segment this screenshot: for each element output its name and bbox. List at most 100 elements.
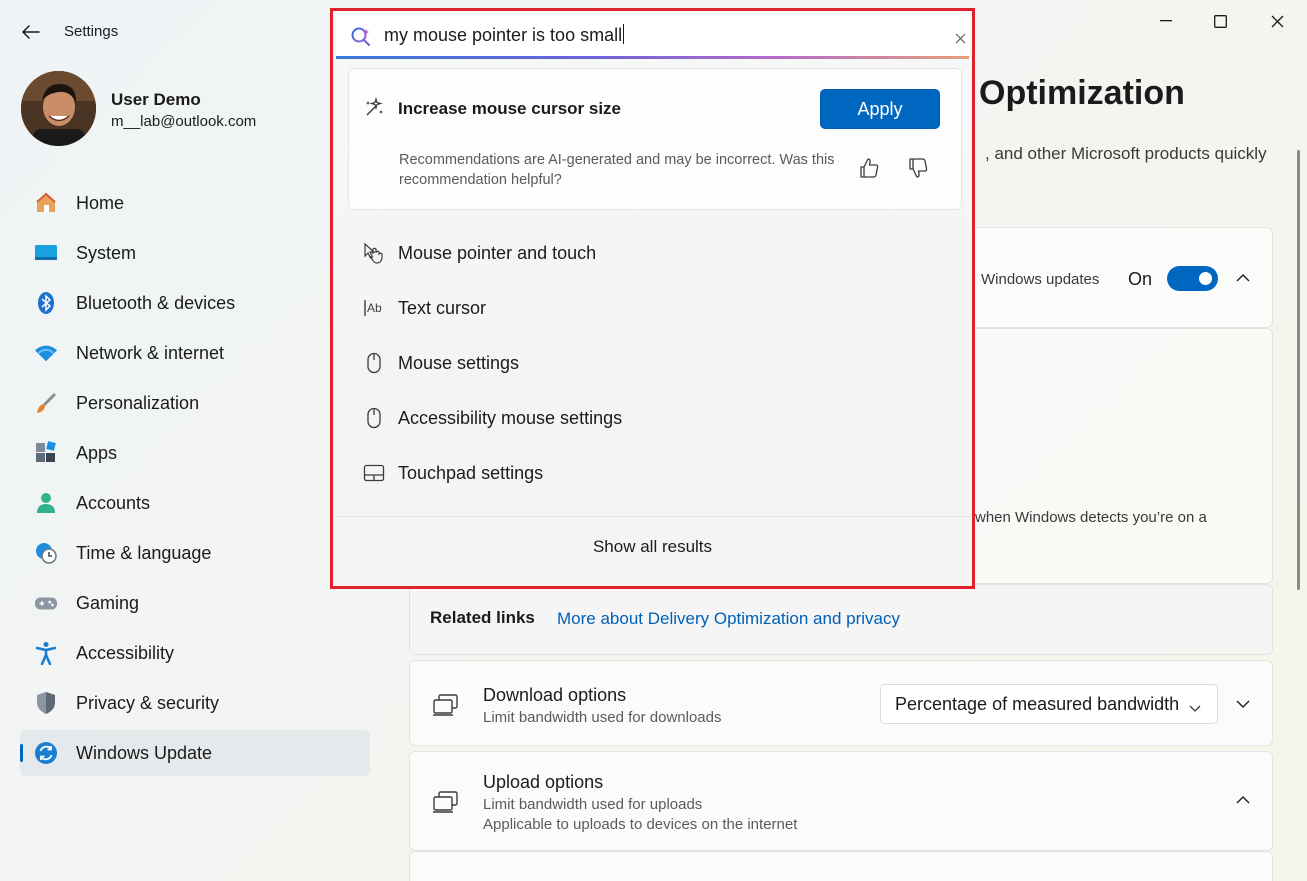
delivery-optimization-privacy-link[interactable]: More about Delivery Optimization and pri… (557, 609, 900, 629)
home-icon (34, 191, 58, 215)
sidebar-item-network[interactable]: Network & internet (20, 330, 370, 376)
related-links-label: Related links (430, 608, 535, 627)
clear-search-button[interactable] (950, 28, 970, 48)
thumbs-up-icon (860, 158, 879, 178)
update-icon (34, 741, 58, 765)
metered-description-fragment: when Windows detects you’re on a (975, 509, 1207, 526)
sidebar-item-accessibility[interactable]: Accessibility (20, 630, 370, 676)
download-options-subtitle: Limit bandwidth used for downloads (483, 709, 722, 726)
recommendation-card: Increase mouse cursor size Apply Recomme… (348, 68, 962, 210)
sidebar-item-gaming[interactable]: Gaming (20, 580, 370, 626)
search-result-label: Accessibility mouse settings (398, 407, 623, 428)
recommendation-disclaimer: Recommendations are AI-generated and may… (399, 152, 835, 188)
sidebar-item-label: Accessibility (76, 642, 175, 663)
sidebar-item-label: Accounts (76, 492, 151, 513)
sidebar-item-windows-update[interactable]: Windows Update (20, 730, 370, 776)
thumbs-up-button[interactable] (858, 157, 882, 181)
sidebar-item-label: Network & internet (76, 342, 225, 363)
close-icon (955, 33, 965, 43)
upload-options-title: Upload options (483, 772, 604, 792)
close-icon (1271, 15, 1283, 27)
bandwidth-select-value: Percentage of measured bandwidth (895, 693, 1180, 714)
wifi-icon (34, 341, 58, 365)
upload-options-icon (432, 789, 460, 817)
minimize-button[interactable] (1143, 8, 1189, 34)
settings-card-partial (409, 851, 1273, 881)
sidebar-item-label: Windows Update (76, 742, 213, 763)
sidebar-nav: Home System Bluetooth & devices Network … (20, 180, 370, 780)
gamepad-icon (34, 591, 58, 615)
search-box[interactable]: my mouse pointer is too small (336, 14, 969, 56)
sidebar-item-bluetooth[interactable]: Bluetooth & devices (20, 280, 370, 326)
search-result-label: Mouse pointer and touch (398, 242, 597, 263)
search-result-item[interactable]: Ab Text cursor (363, 288, 943, 328)
scrollbar[interactable] (1297, 150, 1300, 590)
maximize-icon (1213, 14, 1227, 28)
svg-text:Ab: Ab (367, 301, 382, 315)
sidebar-item-label: Privacy & security (76, 692, 220, 713)
text-cursor-icon: Ab (363, 297, 385, 319)
toggle-state-label: On (1128, 269, 1153, 289)
sidebar-item-system[interactable]: System (20, 230, 370, 276)
collapse-upload-button[interactable] (1233, 790, 1253, 810)
setting-label-fragment: Windows updates (981, 271, 1100, 288)
allow-downloads-toggle[interactable] (1167, 266, 1218, 291)
apply-button[interactable]: Apply (820, 89, 940, 129)
search-input[interactable]: my mouse pointer is too small (384, 24, 625, 46)
sidebar-item-time-language[interactable]: Time & language (20, 530, 370, 576)
search-result-item[interactable]: Mouse settings (363, 343, 943, 383)
clock-globe-icon (34, 541, 58, 565)
bandwidth-select[interactable]: Percentage of measured bandwidth (880, 684, 1218, 724)
chevron-down-icon (1189, 697, 1201, 718)
sidebar-item-accounts[interactable]: Accounts (20, 480, 370, 526)
sidebar-item-label: Gaming (76, 592, 140, 613)
bluetooth-icon (34, 291, 58, 315)
show-all-results-button[interactable]: Show all results (336, 537, 969, 557)
mouse-icon (363, 352, 385, 374)
page-description: , and other Microsoft products quickly (985, 144, 1267, 163)
download-options-title: Download options (483, 685, 627, 705)
search-underline (336, 56, 969, 59)
thumbs-down-icon (909, 158, 928, 178)
chevron-up-icon (1236, 796, 1250, 804)
maximize-button[interactable] (1197, 8, 1243, 34)
accounts-icon (34, 491, 58, 515)
user-name: User Demo (111, 90, 201, 109)
toggle-knob (1199, 272, 1212, 285)
expand-download-button[interactable] (1233, 694, 1253, 714)
apps-icon (34, 441, 58, 465)
sidebar-item-label: Apps (76, 442, 118, 463)
sidebar-item-home[interactable]: Home (20, 180, 370, 226)
chevron-down-icon (1236, 700, 1250, 708)
system-icon (34, 241, 58, 265)
sidebar-item-label: Time & language (76, 542, 212, 563)
text-caret (623, 24, 625, 44)
sidebar-item-personalization[interactable]: Personalization (20, 380, 370, 426)
search-result-item[interactable]: Mouse pointer and touch (363, 233, 943, 273)
mouse-icon (363, 407, 385, 429)
search-result-item[interactable]: Accessibility mouse settings (363, 398, 943, 438)
chevron-up-icon (1236, 274, 1250, 282)
minimize-icon (1160, 20, 1172, 22)
sparkle-cursor-icon (363, 96, 385, 119)
thumbs-down-button[interactable] (907, 157, 931, 181)
avatar[interactable] (21, 71, 96, 146)
upload-options-subtitle: Limit bandwidth used for uploads (483, 796, 703, 813)
search-result-label: Touchpad settings (398, 462, 544, 483)
divider (336, 516, 969, 517)
upload-options-subtitle-2: Applicable to uploads to devices on the … (483, 816, 798, 833)
copilot-search-icon (350, 26, 372, 48)
page-title: Optimization (979, 74, 1185, 112)
search-query: my mouse pointer is too small (384, 25, 623, 45)
back-button[interactable] (18, 20, 44, 44)
download-options-icon (432, 692, 460, 720)
search-result-item[interactable]: Touchpad settings (363, 453, 943, 493)
sidebar-item-privacy[interactable]: Privacy & security (20, 680, 370, 726)
close-button[interactable] (1254, 8, 1300, 34)
pointer-touch-icon (363, 242, 385, 264)
sidebar-item-label: System (76, 242, 137, 263)
accessibility-icon (34, 641, 58, 665)
search-suggestions-popup: my mouse pointer is too small Increase m… (330, 8, 975, 589)
collapse-button[interactable] (1233, 268, 1253, 288)
sidebar-item-apps[interactable]: Apps (20, 430, 370, 476)
